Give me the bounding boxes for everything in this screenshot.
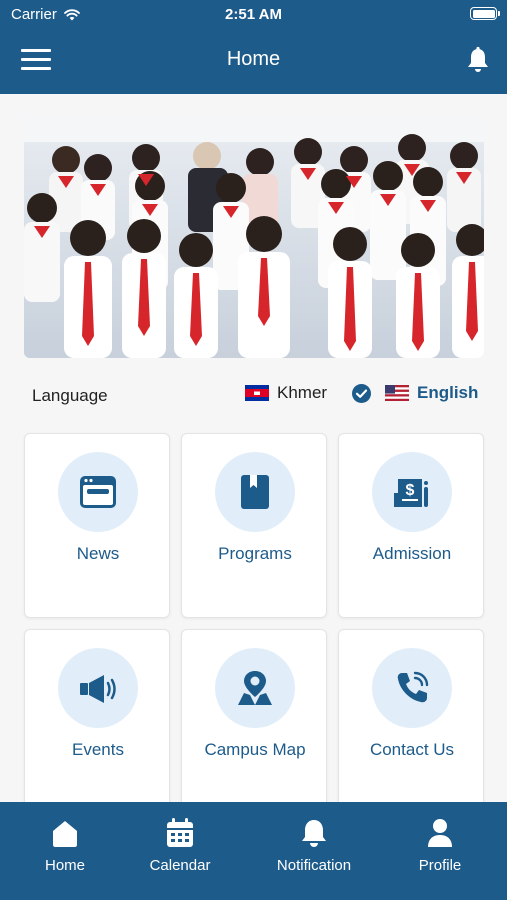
language-selector: Language Khmer English [0,378,507,414]
tab-notification[interactable]: Notification [259,802,369,900]
events-label: Events [72,740,124,759]
language-option-english-label: English [417,383,479,402]
bell-icon [468,46,488,72]
document-dollar-icon: $ [394,479,428,507]
admission-label: Admission [372,544,452,563]
browser-window-icon [80,476,116,508]
language-option-khmer-label: Khmer [277,383,328,402]
phone-icon [397,671,429,703]
news-icon-badge [58,452,138,532]
tab-notification-label: Notification [276,857,352,874]
news-card[interactable]: News [24,433,170,618]
top-bar: Carrier 2:51 AM Home [0,0,507,94]
calendar-icon [167,818,193,847]
campus-map-card[interactable]: Campus Map [181,629,327,814]
tab-home-label: Home [44,857,85,874]
bottom-tab-bar: Home Calendar Notification Profile [0,802,507,900]
campus-map-icon-badge [215,648,295,728]
language-option-english[interactable]: English [352,383,478,403]
tab-home[interactable]: Home [10,802,120,900]
status-time: 2:51 AM [225,6,282,23]
programs-icon-badge [215,452,295,532]
language-label: Language [32,386,108,405]
book-icon [241,475,269,509]
admission-icon-badge: $ [372,452,452,532]
tab-profile-label: Profile [418,857,462,874]
events-card[interactable]: Events [24,629,170,814]
students-group-photo [24,116,484,358]
megaphone-icon [80,675,116,703]
programs-card[interactable]: Programs [181,433,327,618]
user-icon [428,819,452,847]
news-label: News [76,544,120,563]
hero-photo [24,116,484,358]
language-option-khmer[interactable]: Khmer [245,383,327,403]
notification-bell-button[interactable] [465,46,491,74]
contact-us-card[interactable]: Contact Us [338,629,484,814]
tab-calendar[interactable]: Calendar [125,802,235,900]
svg-text:$: $ [406,482,415,499]
checkmark-icon [352,383,371,403]
contact-us-label: Contact Us [369,740,455,759]
map-pin-icon [238,671,272,705]
campus-map-label: Campus Map [204,740,306,759]
events-icon-badge [58,648,138,728]
tab-calendar-label: Calendar [149,857,211,874]
contact-us-icon-badge [372,648,452,728]
usa-flag-icon [385,385,409,401]
admission-card[interactable]: $ Admission [338,433,484,618]
tab-profile[interactable]: Profile [385,802,495,900]
battery-icon [470,7,500,20]
bell-icon [302,820,326,847]
cambodia-flag-icon [245,385,269,401]
status-bar: Carrier 2:51 AM [0,0,507,28]
home-icon [53,821,77,847]
programs-label: Programs [218,544,292,563]
page-title: Home [226,48,281,70]
